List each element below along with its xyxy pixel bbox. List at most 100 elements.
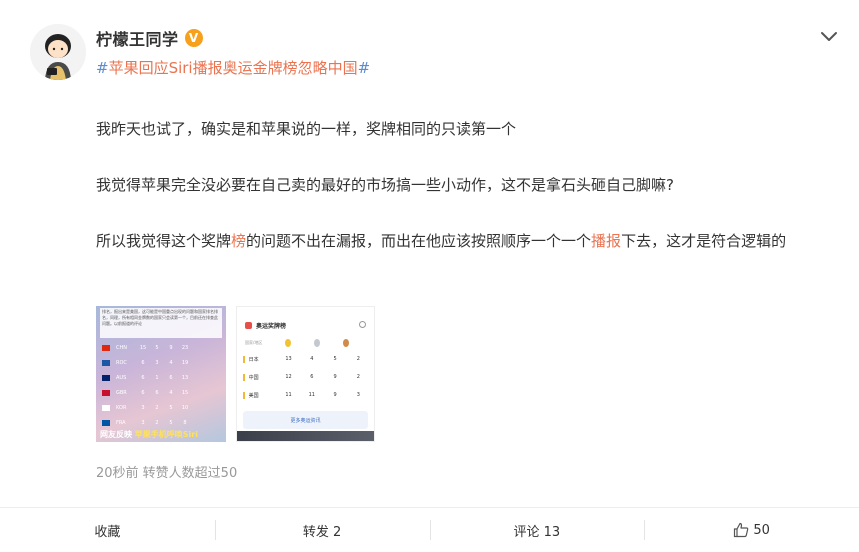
image-1-cell-t: 13	[181, 375, 189, 381]
image-2-cell-s: 6	[310, 374, 314, 380]
flag-icon	[102, 390, 110, 396]
image-1-cell-code: GBR	[116, 390, 127, 396]
topic-link[interactable]: #苹果回应Siri播报奥运金牌榜忽略中国#	[96, 57, 370, 78]
image-1-cell-t: 8	[183, 420, 187, 426]
image-1-cell-t: 10	[181, 405, 189, 411]
verified-badge-icon: V	[184, 29, 203, 47]
bronze-medal-icon	[343, 339, 349, 347]
image-1-row: AUS 6 1 6 13	[102, 372, 220, 384]
avatar[interactable]	[30, 24, 86, 80]
paragraph-1: 我昨天也试了，确实是和苹果说的一样，奖牌相同的只读第一个	[96, 120, 517, 138]
post-content: 我昨天也试了，确实是和苹果说的一样，奖牌相同的只读第一个 我觉得苹果完全没必要在…	[96, 116, 836, 254]
image-2-cell-s: 11	[308, 392, 315, 398]
image-1-cell-code: FRA	[116, 420, 126, 426]
paragraph-3-part-a: 所以我觉得这个奖牌	[96, 232, 232, 250]
image-1-cell-b: 5	[169, 405, 173, 411]
image-1-cell-s: 1	[155, 375, 159, 381]
image-1-row: ROC 6 3 4 19	[102, 357, 220, 369]
post-meta: 20秒前 转赞人数超过50	[96, 466, 238, 481]
image-2-cell-t: 2	[356, 356, 360, 362]
image-1-cell-b: 6	[169, 375, 173, 381]
image-1-bottom-caption: 网友反映 苹果手机呼唤Siri	[100, 429, 198, 440]
image-1-cell-b: 9	[169, 345, 173, 351]
flag-icon	[102, 405, 110, 411]
image-2-cell-g: 12	[285, 374, 292, 380]
image-1-caption-a: 网友反映	[100, 430, 132, 439]
repost-label: 转发 2	[302, 524, 342, 540]
paragraph-3-part-c: 下去，这才是符合逻辑的	[621, 232, 787, 250]
image-2-cell-g: 13	[285, 356, 292, 362]
image-1-cell-g: 6	[141, 375, 145, 381]
image-1-row: KOR 3 2 5 10	[102, 402, 220, 414]
topic-hash-open: #	[96, 59, 109, 77]
image-2-row: 中国 12 6 9 2	[243, 371, 370, 383]
like-count: 50	[753, 522, 770, 538]
image-1-cell-s: 2	[155, 405, 159, 411]
username[interactable]: 柠檬王同学	[96, 26, 179, 50]
favorite-label: 收藏	[94, 524, 121, 540]
image-2-cell-t: 2	[356, 374, 360, 380]
image-2-row: 日本 13 4 5 2	[243, 353, 370, 365]
image-1-cell-s: 5	[155, 345, 159, 351]
image-1-cell-g: 3	[141, 420, 145, 426]
post-image-2[interactable]: 奥运奖牌榜 国家/地区 日本 13 4 5 2 中国 12 6 9 2 美国 11 11 9 3 更多奥运资…	[236, 306, 375, 442]
image-1-caption-text: 排名，报出来是美国，这可能是中国重点出现的问题和国家排名排名，同理，所有相同金牌…	[100, 308, 222, 338]
image-1-row: GBR 6 6 4 15	[102, 387, 220, 399]
image-1-cell-g: 6	[141, 360, 145, 366]
image-2-cell-b: 9	[333, 392, 337, 398]
comment-label: 评论 13	[513, 524, 561, 540]
image-1-cell-t: 15	[181, 390, 189, 396]
comment-button[interactable]: 评论 13	[429, 508, 645, 552]
image-2-row: 美国 11 11 9 3	[243, 389, 370, 401]
flag-icon	[102, 375, 110, 381]
topic-hash-close: #	[357, 59, 371, 77]
image-2-cell-s: 4	[310, 356, 314, 362]
image-1-cell-b: 4	[169, 390, 173, 396]
thumbs-up-icon	[734, 522, 749, 538]
image-1-cell-s: 2	[155, 420, 159, 426]
image-1-cell-code: CHN	[116, 345, 127, 351]
gold-medal-icon	[285, 339, 291, 347]
rank-bar	[243, 355, 245, 363]
image-1-cell-t: 19	[181, 360, 189, 366]
more-olympic-news-button: 更多奥运资讯	[243, 411, 368, 429]
image-2-cell-b: 5	[333, 356, 337, 362]
paragraph-3: 所以我觉得这个奖牌榜的问题不出在漏报，而出在他应该按照顺序一个一个播报下去，这才…	[96, 228, 836, 254]
image-1-cell-s: 6	[155, 390, 159, 396]
image-2-cell-country: 中国	[248, 374, 259, 381]
image-2-cell-b: 9	[333, 374, 337, 380]
image-2-title: 奥运奖牌榜	[245, 321, 286, 330]
repost-button[interactable]: 转发 2	[214, 508, 430, 552]
image-2-cell-g: 11	[285, 392, 292, 398]
paragraph-3-part-b: 的问题不出在漏报，而出在他应该按照顺序一个一个	[246, 232, 592, 250]
image-1-cell-code: AUS	[116, 375, 127, 381]
chevron-down-icon[interactable]	[819, 28, 839, 44]
image-1-cell-t: 23	[181, 345, 189, 351]
info-icon	[359, 321, 366, 328]
image-1-cell-code: KOR	[116, 405, 127, 411]
image-2-header: 国家/地区	[245, 340, 263, 345]
favorite-button[interactable]: 收藏	[0, 508, 215, 552]
rank-bar	[243, 391, 245, 399]
like-button[interactable]: 50	[644, 508, 859, 552]
image-2-cell-country: 日本	[248, 356, 259, 363]
image-1-caption-b: 苹果手机呼唤Siri	[134, 430, 198, 439]
image-1-row: CHN 15 5 9 23	[102, 342, 220, 354]
action-bar: 收藏 转发 2 评论 13 50	[0, 507, 859, 552]
post-image-1[interactable]: 排名，报出来是美国，这可能是中国重点出现的问题和国家排名排名，同理，所有相同金牌…	[96, 306, 226, 442]
cartoon-avatar-icon	[30, 24, 86, 80]
image-1-cell-b: 4	[169, 360, 173, 366]
image-1-row: FRA 3 2 5 8	[102, 417, 220, 429]
image-2-title-text: 奥运奖牌榜	[256, 323, 287, 330]
rank-bar	[243, 373, 245, 381]
image-1-cell-code: ROC	[116, 360, 127, 366]
flag-icon	[102, 345, 110, 351]
image-2-bottom-strip	[237, 431, 374, 441]
highlight-word-2[interactable]: 播报	[591, 232, 621, 250]
paragraph-2: 我觉得苹果完全没必要在自己卖的最好的市场搞一些小动作，这不是拿石头砸自己脚嘛?	[96, 176, 674, 194]
image-2-cell-t: 3	[356, 392, 360, 398]
highlight-word-1[interactable]: 榜	[231, 232, 246, 250]
image-1-cell-g: 15	[139, 345, 147, 351]
image-2-cell-country: 美国	[248, 392, 259, 399]
topic-text: 苹果回应Siri播报奥运金牌榜忽略中国	[108, 59, 358, 77]
